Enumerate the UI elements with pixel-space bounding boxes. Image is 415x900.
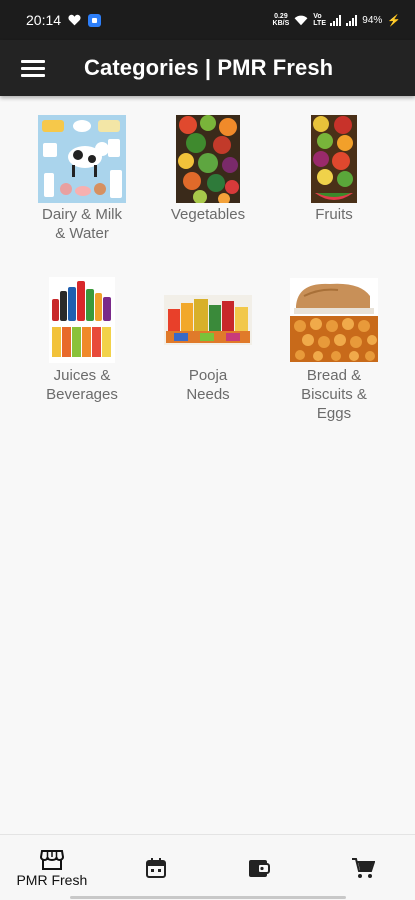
heart-icon — [68, 14, 81, 26]
store-icon — [39, 850, 64, 870]
category-label-line: Beverages — [46, 386, 118, 403]
category-grid: Dairy & Milk & Water Vegetables Fruits J… — [0, 96, 415, 423]
notification-app-icon — [88, 13, 102, 27]
home-indicator — [70, 896, 346, 899]
app-bar: Categories | PMR Fresh — [0, 40, 415, 96]
page-title: Categories | PMR Fresh — [84, 55, 334, 80]
category-label-line: Biscuits & — [301, 386, 367, 403]
vegetables-image — [163, 114, 253, 204]
category-label: Dairy & Milk & Water — [32, 205, 132, 243]
charging-icon: ⚡ — [387, 14, 401, 27]
nav-item-cart[interactable] — [311, 835, 415, 900]
bread-biscuits-eggs-image — [289, 275, 379, 365]
category-fruits[interactable]: Fruits — [271, 114, 397, 243]
category-juices-beverages[interactable]: Juices & Beverages — [19, 275, 145, 423]
category-label-line: Juices & — [53, 367, 111, 384]
category-vegetables[interactable]: Vegetables — [145, 114, 271, 243]
category-label-line: & Water — [55, 225, 109, 242]
fruits-image — [289, 114, 379, 204]
category-label-line: Pooja — [188, 367, 228, 384]
signal-bars-2-icon — [346, 14, 358, 26]
network-speed-unit: KB/S — [272, 20, 290, 27]
category-label: Fruits — [284, 205, 384, 224]
category-label-line: Dairy & Milk — [41, 206, 122, 223]
nav-item-pmr-fresh[interactable]: PMR Fresh — [0, 835, 104, 900]
bottom-navigation: PMR Fresh — [0, 834, 415, 900]
volte-label: Vo LTE — [313, 13, 326, 27]
category-label-line: Bread & — [306, 367, 362, 384]
nav-item-calendar[interactable] — [104, 835, 208, 900]
category-label-line: Needs — [186, 386, 230, 403]
menu-icon[interactable] — [21, 59, 45, 77]
status-time: 20:14 — [26, 12, 62, 28]
category-dairy-milk-water[interactable]: Dairy & Milk & Water — [19, 114, 145, 243]
category-bread-biscuits-eggs[interactable]: Bread & Biscuits & Eggs — [271, 275, 397, 423]
network-speed: 0.29 KB/S — [273, 13, 290, 27]
status-bar: 20:14 0.29 KB/S Vo LTE 94% ⚡ — [0, 0, 415, 40]
signal-bars-1-icon — [330, 14, 342, 26]
status-left: 20:14 — [26, 12, 102, 28]
category-label-line: Vegetables — [170, 206, 246, 223]
category-label: Bread & Biscuits & Eggs — [284, 366, 384, 423]
category-pooja-needs[interactable]: Pooja Needs — [145, 275, 271, 423]
nav-item-wallet[interactable] — [208, 835, 312, 900]
wallet-icon — [249, 860, 271, 877]
nav-label-pmr-fresh: PMR Fresh — [16, 872, 88, 888]
calendar-icon — [145, 858, 166, 878]
category-label-line: Eggs — [316, 405, 352, 422]
juices-beverages-image — [37, 275, 127, 365]
category-label: Juices & Beverages — [32, 366, 132, 404]
wifi-icon — [294, 15, 308, 26]
battery-percent: 94% — [362, 14, 383, 26]
category-label: Pooja Needs — [158, 366, 258, 404]
cart-icon — [352, 858, 376, 878]
category-label-line: Fruits — [315, 206, 353, 223]
dairy-milk-water-image — [37, 114, 127, 204]
category-label: Vegetables — [158, 205, 258, 224]
network-speed-value: 0.29 — [274, 13, 288, 20]
pooja-needs-image — [163, 275, 253, 365]
status-right: 0.29 KB/S Vo LTE 94% ⚡ — [273, 13, 401, 27]
